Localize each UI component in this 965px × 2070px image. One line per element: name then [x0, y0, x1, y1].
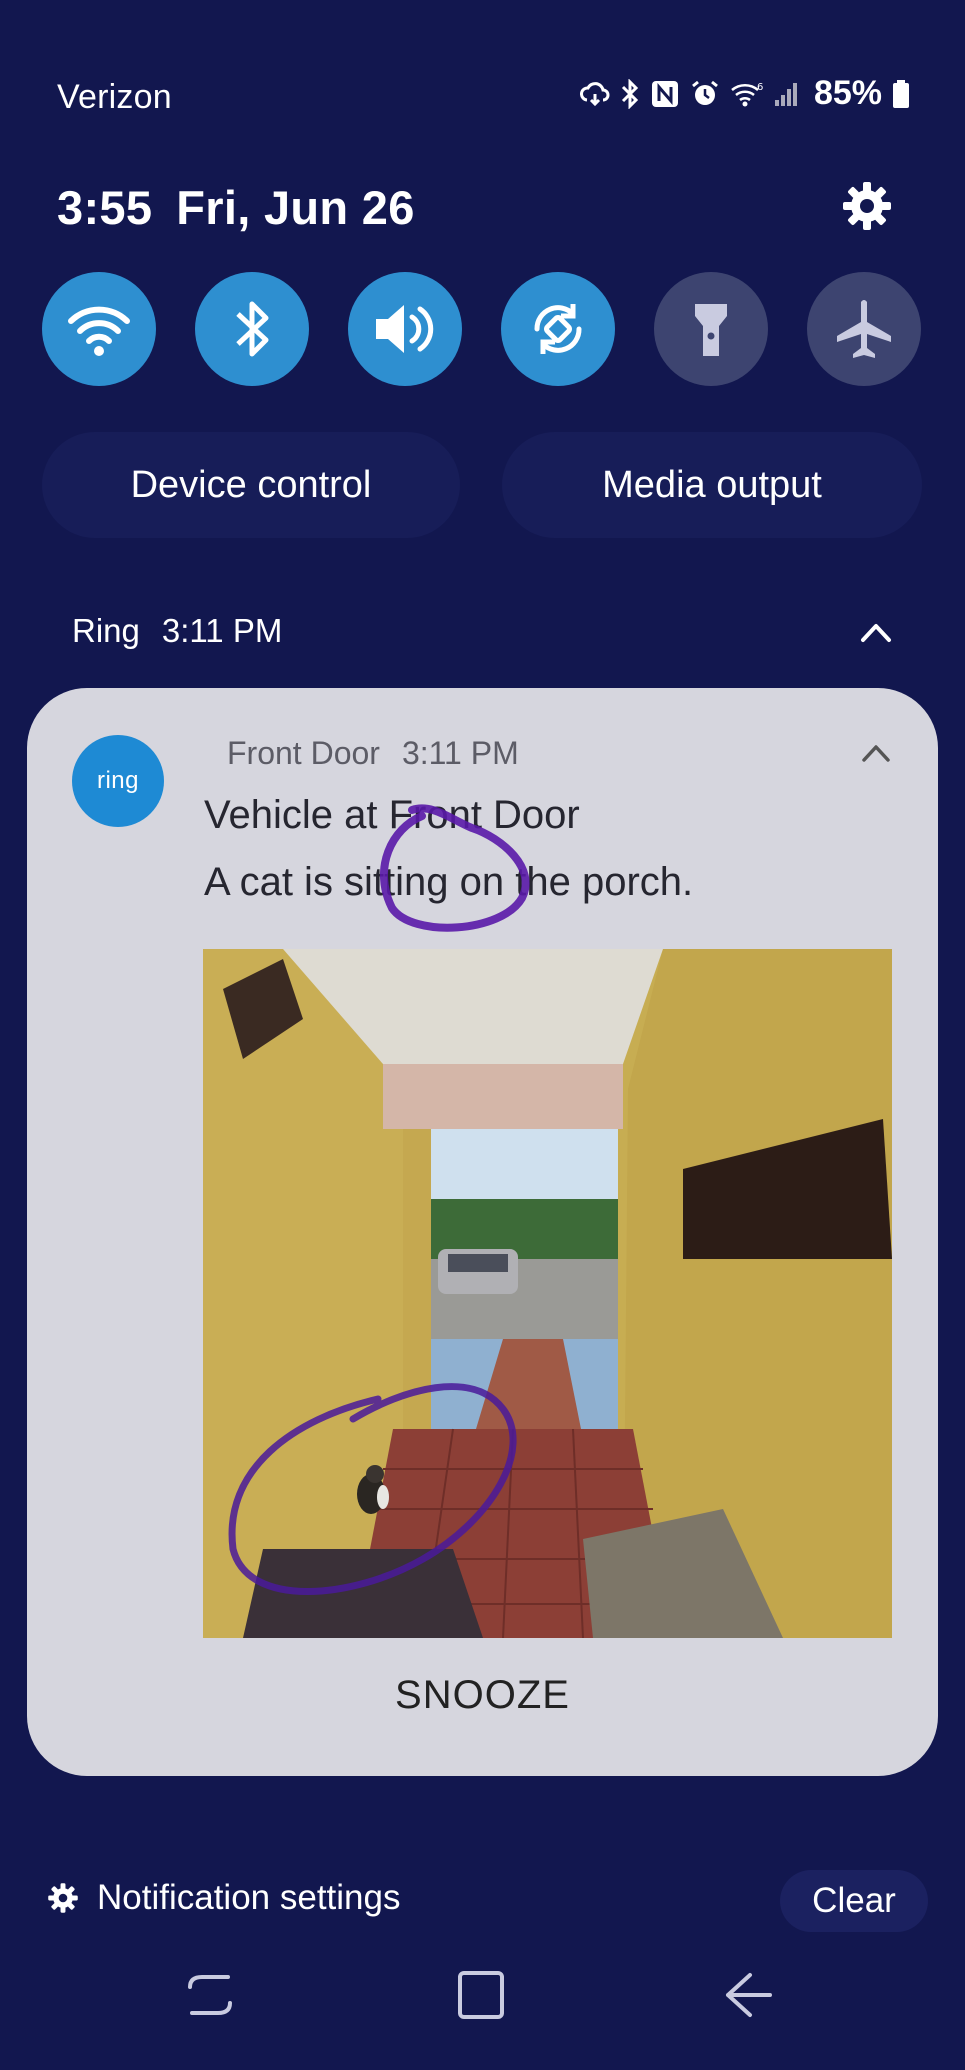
wifi-toggle[interactable] — [42, 272, 156, 386]
group-app-name: Ring — [72, 612, 140, 649]
notification-group-header: Ring 3:11 PM — [72, 612, 282, 650]
navigation-bar — [0, 1965, 965, 2035]
snooze-button[interactable]: SNOOZE — [27, 1673, 938, 1718]
cloud-sync-icon — [579, 81, 610, 106]
device-control-button[interactable]: Device control — [42, 432, 460, 538]
notification-shade: Verizon 6 85% 3:55 Fri, Jun 26 Device co… — [0, 0, 965, 2070]
status-bar: Verizon 6 85% — [0, 70, 965, 126]
group-time: 3:11 PM — [161, 612, 283, 649]
alarm-icon — [692, 80, 718, 105]
media-output-label: Media output — [602, 463, 822, 506]
wifi-icon — [68, 306, 130, 356]
flashlight-icon — [695, 304, 727, 356]
media-output-button[interactable]: Media output — [502, 432, 922, 538]
device-control-label: Device control — [130, 463, 372, 506]
airplane-mode-toggle[interactable] — [807, 272, 921, 386]
clock-date: 3:55 Fri, Jun 26 — [57, 180, 415, 235]
nfc-icon — [651, 80, 678, 107]
sound-toggle[interactable] — [348, 272, 462, 386]
doorbell-snapshot-image[interactable] — [203, 949, 892, 1638]
battery-percentage: 85% — [813, 74, 882, 112]
ring-logo-text: ring — [96, 767, 140, 794]
quick-toggles — [42, 272, 922, 386]
status-icons: 6 85% — [579, 74, 910, 113]
settings-gear-icon — [48, 1883, 78, 1913]
notification-settings-label: Notification settings — [97, 1878, 401, 1917]
annotation-circle-text — [380, 804, 530, 932]
wifi-icon: 6 — [731, 82, 763, 106]
settings-gear-icon[interactable] — [841, 180, 893, 232]
ring-app-logo: ring — [72, 735, 164, 827]
clear-button[interactable]: Clear — [780, 1870, 928, 1932]
home-icon[interactable] — [450, 1965, 510, 2025]
notification-meta: Front Door 3:11 PM — [227, 735, 519, 772]
carrier-label: Verizon — [57, 78, 172, 116]
clock-time: 3:55 — [57, 181, 153, 234]
battery-icon — [893, 79, 909, 108]
notification-source: Front Door — [227, 735, 380, 771]
notification-time: 3:11 PM — [401, 735, 519, 771]
date-label: Fri, Jun 26 — [176, 181, 415, 234]
collapse-notification-chevron-up-icon[interactable] — [860, 742, 892, 764]
clear-label: Clear — [812, 1881, 896, 1920]
bluetooth-toggle[interactable] — [195, 272, 309, 386]
flashlight-toggle[interactable] — [654, 272, 768, 386]
notification-settings-button[interactable]: Notification settings — [47, 1878, 400, 1918]
bluetooth-icon — [236, 301, 269, 357]
notification-card[interactable]: ring Front Door 3:11 PM Vehicle at Front … — [27, 688, 938, 1776]
porch-camera-image — [203, 949, 892, 1638]
bluetooth-icon — [621, 78, 639, 109]
auto-rotate-icon — [534, 304, 582, 354]
signal-icon — [774, 82, 797, 106]
collapse-group-chevron-up-icon[interactable] — [859, 620, 893, 644]
svg-text:6: 6 — [757, 82, 763, 93]
recent-apps-icon[interactable] — [180, 1965, 240, 2025]
back-icon[interactable] — [718, 1965, 778, 2025]
auto-rotate-toggle[interactable] — [501, 272, 615, 386]
speaker-icon — [376, 305, 434, 353]
airplane-icon — [837, 300, 891, 358]
